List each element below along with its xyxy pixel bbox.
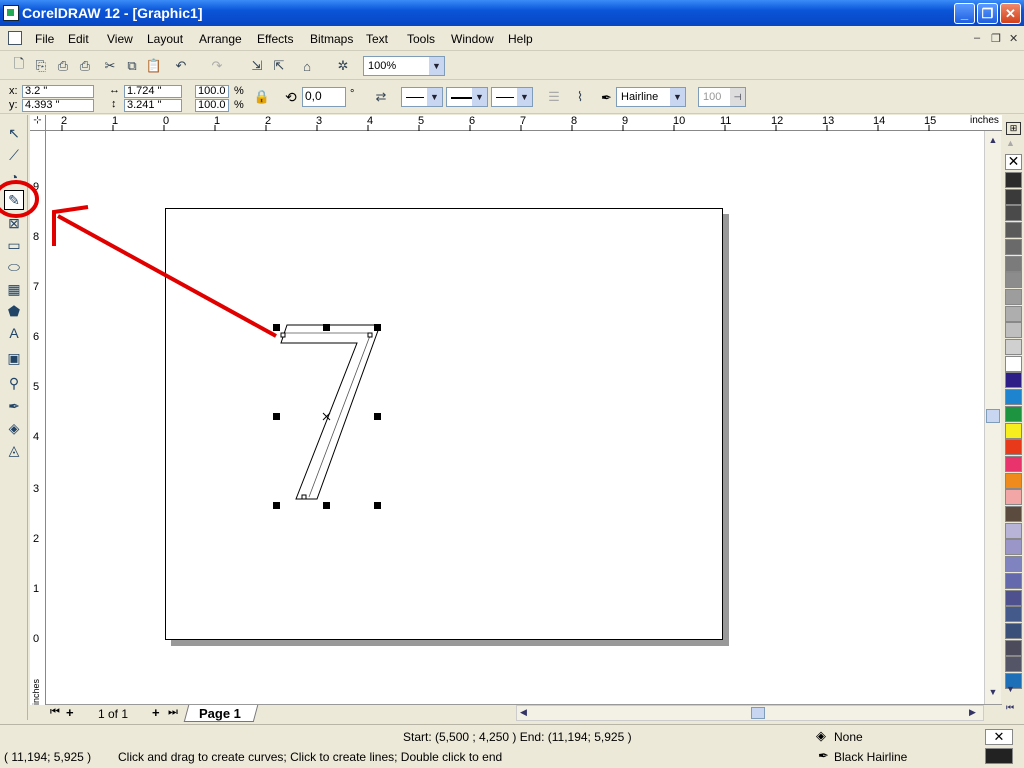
scroll-left-icon[interactable]: ◀	[520, 707, 527, 718]
color-swatch[interactable]	[1005, 439, 1022, 456]
scroll-up-icon[interactable]: ▲	[986, 135, 1000, 149]
color-swatch[interactable]	[1005, 339, 1022, 355]
color-swatch[interactable]	[1005, 238, 1022, 255]
annotation-arrow-line	[57, 214, 277, 338]
color-swatch[interactable]	[1005, 188, 1022, 205]
palette-scroll-down-icon[interactable]: ▼	[1006, 684, 1015, 694]
palette-scroll-up-icon[interactable]: ▲	[1006, 138, 1015, 148]
color-swatch[interactable]	[1005, 205, 1022, 222]
first-page-icon[interactable]: ⏮	[50, 706, 60, 719]
last-page-icon[interactable]: ⏭	[168, 706, 178, 719]
color-swatch[interactable]	[1005, 405, 1022, 422]
color-swatch[interactable]	[1005, 472, 1022, 489]
page-navigator: ⏮ + 1 of 1 + ⏭ Page 1 ◀ ▶	[46, 704, 1002, 722]
scroll-thumb[interactable]	[986, 409, 1000, 423]
pen-nib-icon: ✒	[818, 748, 829, 763]
page-tab-label: Page 1	[199, 706, 241, 721]
h-scroll-thumb[interactable]	[751, 707, 765, 719]
horizontal-scrollbar[interactable]: ◀ ▶	[516, 705, 984, 721]
color-swatch[interactable]	[1005, 288, 1022, 305]
scroll-right-icon[interactable]: ▶	[969, 707, 976, 718]
color-swatch[interactable]	[1005, 572, 1022, 589]
page-count: 1 of 1	[98, 707, 129, 721]
color-swatch[interactable]	[1005, 372, 1022, 389]
color-swatch[interactable]	[1005, 222, 1022, 239]
palette-menu-icon[interactable]: ⊞	[1006, 122, 1021, 135]
center-marker	[322, 412, 331, 421]
color-swatch[interactable]	[1005, 389, 1022, 406]
outline-status: Black Hairline	[834, 750, 908, 764]
palette-expand-icon[interactable]: ⏮	[1006, 702, 1014, 713]
vertical-scrollbar[interactable]: ▲ ▼	[984, 131, 1001, 705]
color-swatch[interactable]	[1005, 556, 1022, 573]
color-swatch[interactable]	[1005, 639, 1022, 656]
color-swatch[interactable]	[1005, 606, 1022, 623]
color-palette: ⊞ ▲ ✕ ▼ ⏮	[1002, 120, 1024, 720]
color-swatch[interactable]	[1005, 506, 1022, 522]
color-swatch[interactable]	[1005, 355, 1022, 372]
fill-color-indicator[interactable]: ✕	[985, 729, 1013, 745]
add-page-before-icon[interactable]: +	[66, 705, 74, 720]
color-swatch[interactable]	[1005, 522, 1022, 539]
number-seven-shape	[280, 324, 381, 500]
color-swatch[interactable]	[1005, 455, 1022, 472]
drawing-overlay	[0, 180, 381, 509]
color-swatch[interactable]	[1005, 272, 1022, 289]
status-bar: Start: (5,500 ; 4,250 ) End: (11,194; 5,…	[0, 724, 1024, 768]
line-coordinates: Start: (5,500 ; 4,250 ) End: (11,194; 5,…	[403, 730, 632, 744]
fill-bucket-icon: ◈	[816, 728, 826, 743]
no-color-swatch[interactable]: ✕	[1005, 154, 1022, 170]
color-swatch[interactable]	[1005, 489, 1022, 506]
color-swatch[interactable]	[1005, 539, 1022, 556]
color-swatch[interactable]	[1005, 656, 1022, 673]
color-swatch[interactable]	[1005, 322, 1022, 339]
scroll-down-icon[interactable]: ▼	[986, 687, 1000, 701]
color-swatch[interactable]	[1005, 305, 1022, 322]
add-page-after-icon[interactable]: +	[152, 705, 160, 720]
cursor-position: ( 11,194; 5,925 )	[4, 750, 92, 764]
outline-color-indicator[interactable]	[985, 748, 1013, 764]
color-swatch[interactable]	[1005, 622, 1022, 639]
color-swatch[interactable]	[1005, 589, 1022, 606]
annotation-arrowhead	[52, 205, 89, 246]
color-swatch[interactable]	[1005, 255, 1022, 272]
annotation-circle	[0, 180, 39, 218]
color-swatch[interactable]	[1005, 422, 1022, 439]
color-swatch[interactable]	[1005, 172, 1022, 188]
fill-status: None	[834, 730, 863, 744]
tool-hint: Click and drag to create curves; Click t…	[118, 750, 503, 764]
